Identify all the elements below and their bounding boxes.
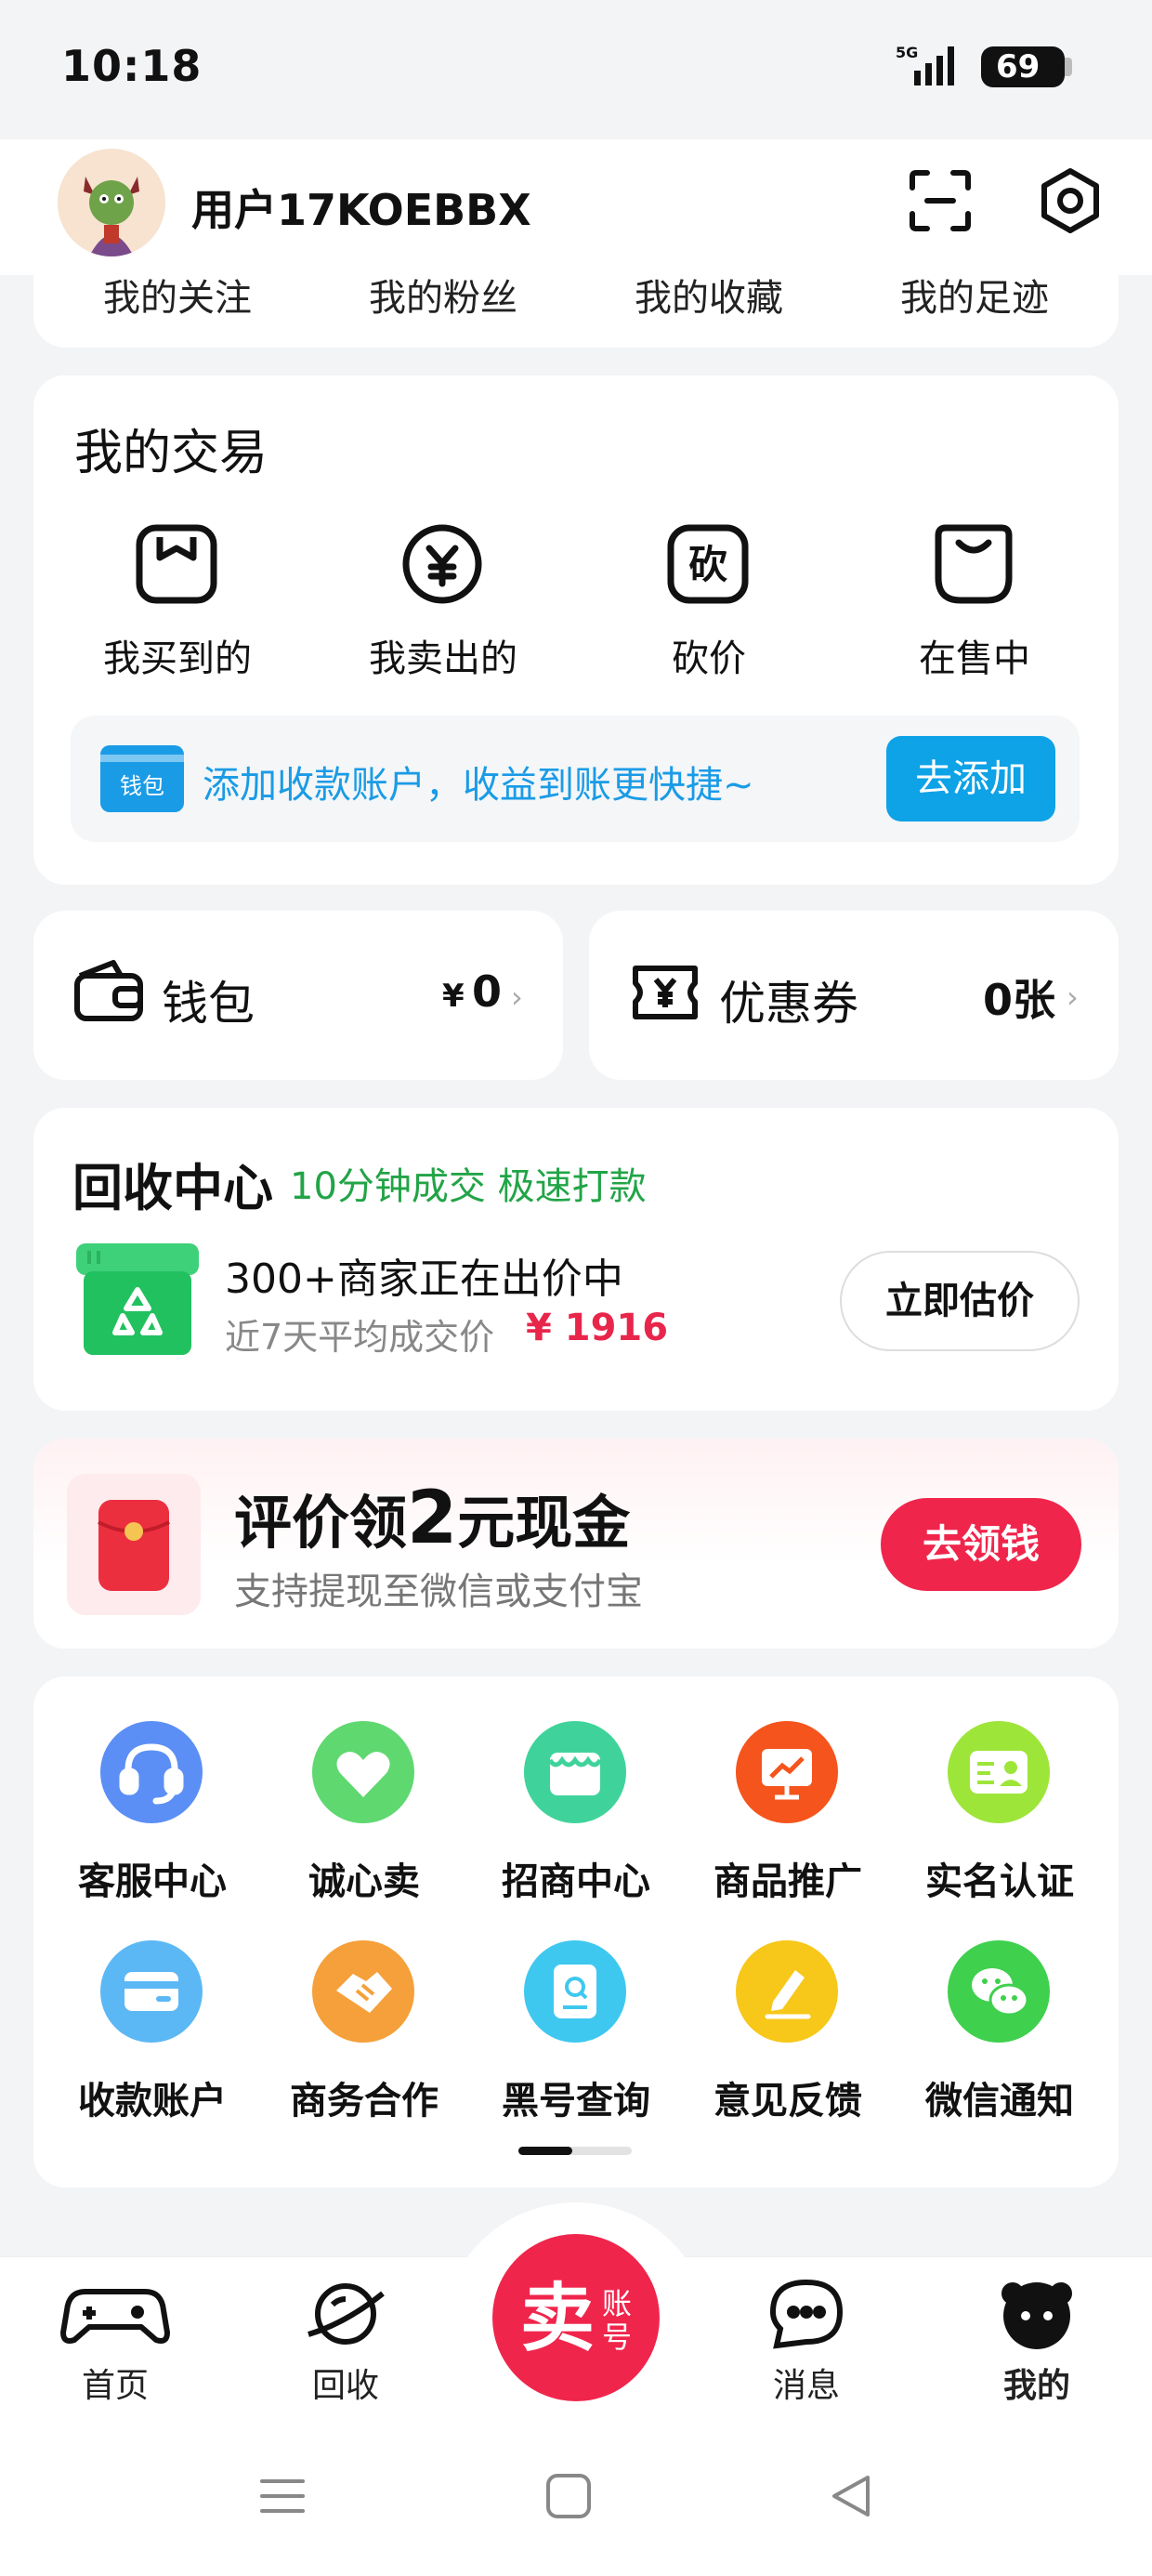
payment-account-text: 添加收款账户，收益到账更快捷~ bbox=[203, 764, 754, 807]
service-verification[interactable]: 实名认证 bbox=[894, 1851, 1106, 1905]
settings-icon[interactable] bbox=[1037, 167, 1104, 238]
signal-icon: 5G bbox=[894, 43, 972, 93]
recycle-box-icon bbox=[76, 1243, 199, 1357]
recycle-headline: 300+商家正在出价中 bbox=[225, 1255, 623, 1303]
sell-sub-text-1: 账 bbox=[602, 2286, 632, 2321]
sell-main-text: 卖 bbox=[520, 2275, 595, 2361]
tab-recycle[interactable]: 回收 bbox=[262, 2359, 429, 2407]
recycle-avg-price: ¥ 1916 bbox=[526, 1307, 669, 1349]
cash-title-pre: 评价领 bbox=[234, 1489, 408, 1557]
home-nav-icon[interactable] bbox=[543, 2470, 595, 2526]
promotion-icon[interactable] bbox=[736, 1721, 838, 1823]
wallet-icon bbox=[72, 959, 145, 1028]
trade-on-sale[interactable]: 在售中 bbox=[842, 628, 1107, 682]
headset-icon[interactable] bbox=[100, 1721, 203, 1823]
planet-icon[interactable] bbox=[262, 2277, 429, 2355]
social-following[interactable]: 我的关注 bbox=[45, 268, 310, 322]
cash-title-amount: 2 bbox=[407, 1477, 458, 1560]
red-packet-icon bbox=[67, 1474, 201, 1615]
back-nav-icon[interactable] bbox=[825, 2470, 877, 2526]
trade-sold[interactable]: 我卖出的 bbox=[310, 628, 576, 682]
tab-home[interactable]: 首页 bbox=[32, 2359, 199, 2407]
battery-indicator: 69 bbox=[981, 46, 1065, 87]
coupon-count: 0张 bbox=[983, 975, 1056, 1025]
recycle-title: 回收中心 bbox=[72, 1159, 273, 1217]
wallet-amount: 0 bbox=[472, 966, 503, 1017]
social-history[interactable]: 我的足迹 bbox=[842, 268, 1107, 322]
social-fans[interactable]: 我的粉丝 bbox=[310, 268, 576, 322]
tab-messages[interactable]: 消息 bbox=[723, 2359, 890, 2407]
scan-icon[interactable] bbox=[907, 167, 974, 238]
sell-sub-text-2: 号 bbox=[602, 2320, 632, 2355]
search-book-icon[interactable] bbox=[524, 1940, 626, 2043]
menu-nav-icon[interactable] bbox=[256, 2470, 308, 2526]
service-payment-account[interactable]: 收款账户 bbox=[46, 2070, 258, 2124]
claim-cash-button[interactable]: 去领钱 bbox=[881, 1498, 1081, 1591]
chat-icon[interactable] bbox=[723, 2277, 890, 2355]
service-sincere-sell[interactable]: 诚心卖 bbox=[258, 1851, 470, 1905]
bargain-glyph: 砍 bbox=[688, 542, 727, 587]
wallet-label: 钱包 bbox=[162, 977, 255, 1031]
service-customer-center[interactable]: 客服中心 bbox=[46, 1851, 258, 1905]
store-icon[interactable] bbox=[524, 1721, 626, 1823]
service-promotion[interactable]: 商品推广 bbox=[682, 1851, 894, 1905]
service-feedback[interactable]: 意见反馈 bbox=[682, 2070, 894, 2124]
bag-icon[interactable] bbox=[84, 522, 269, 610]
heart-icon[interactable] bbox=[312, 1721, 414, 1823]
profile-face-icon[interactable] bbox=[953, 2273, 1120, 2355]
edit-icon[interactable] bbox=[736, 1940, 838, 2043]
services-pager-indicator bbox=[518, 2147, 572, 2155]
social-favorites[interactable]: 我的收藏 bbox=[576, 268, 842, 322]
wallet-chevron-icon: › bbox=[511, 979, 523, 1015]
trade-bargain[interactable]: 砍价 bbox=[576, 628, 842, 682]
handshake-icon[interactable] bbox=[312, 1940, 414, 2043]
estimate-price-button[interactable]: 立即估价 bbox=[840, 1251, 1080, 1351]
profile-header bbox=[0, 139, 1152, 275]
recycle-subtitle: 近7天平均成交价 bbox=[225, 1317, 495, 1358]
recycle-slogan: 10分钟成交 极速打款 bbox=[290, 1165, 647, 1208]
tab-mine[interactable]: 我的 bbox=[953, 2359, 1120, 2407]
card-icon[interactable] bbox=[100, 1940, 203, 2043]
wallet-badge-icon: 钱包 bbox=[100, 745, 184, 812]
wechat-icon[interactable] bbox=[948, 1940, 1050, 2043]
id-card-icon[interactable] bbox=[948, 1721, 1050, 1823]
coupon-label: 优惠券 bbox=[719, 977, 858, 1031]
coupon-chevron-icon: › bbox=[1067, 979, 1079, 1015]
sell-account-button[interactable]: 卖 账 号 bbox=[492, 2234, 660, 2401]
service-business-cooperation[interactable]: 商务合作 bbox=[258, 2070, 470, 2124]
battery-cap bbox=[1065, 58, 1072, 76]
coupon-icon bbox=[630, 963, 700, 1026]
on-sale-icon[interactable] bbox=[881, 522, 1067, 610]
cash-promo-title: 评价领2元现金 bbox=[234, 1476, 630, 1560]
wallet-badge-text: 钱包 bbox=[120, 773, 164, 799]
trade-bought[interactable]: 我买到的 bbox=[45, 628, 310, 682]
add-account-button[interactable]: 去添加 bbox=[886, 736, 1055, 821]
cash-title-post: 元现金 bbox=[457, 1489, 631, 1557]
network-type: 5G bbox=[896, 44, 918, 61]
service-merchant-center[interactable]: 招商中心 bbox=[470, 1851, 682, 1905]
wallet-currency: ¥ bbox=[442, 978, 465, 1015]
trade-title: 我的交易 bbox=[74, 426, 268, 481]
service-blacklist-check[interactable]: 黑号查询 bbox=[470, 2070, 682, 2124]
bargain-icon[interactable]: 砍 bbox=[615, 522, 801, 610]
cash-promo-subtitle: 支持提现至微信或支付宝 bbox=[234, 1571, 643, 1613]
gamepad-icon[interactable] bbox=[32, 2279, 199, 2353]
avatar[interactable] bbox=[58, 149, 165, 256]
status-time: 10:18 bbox=[61, 41, 203, 91]
service-wechat-notify[interactable]: 微信通知 bbox=[894, 2070, 1106, 2124]
username[interactable]: 用户17KOEBBX bbox=[191, 177, 531, 238]
yuan-icon[interactable] bbox=[349, 522, 535, 610]
